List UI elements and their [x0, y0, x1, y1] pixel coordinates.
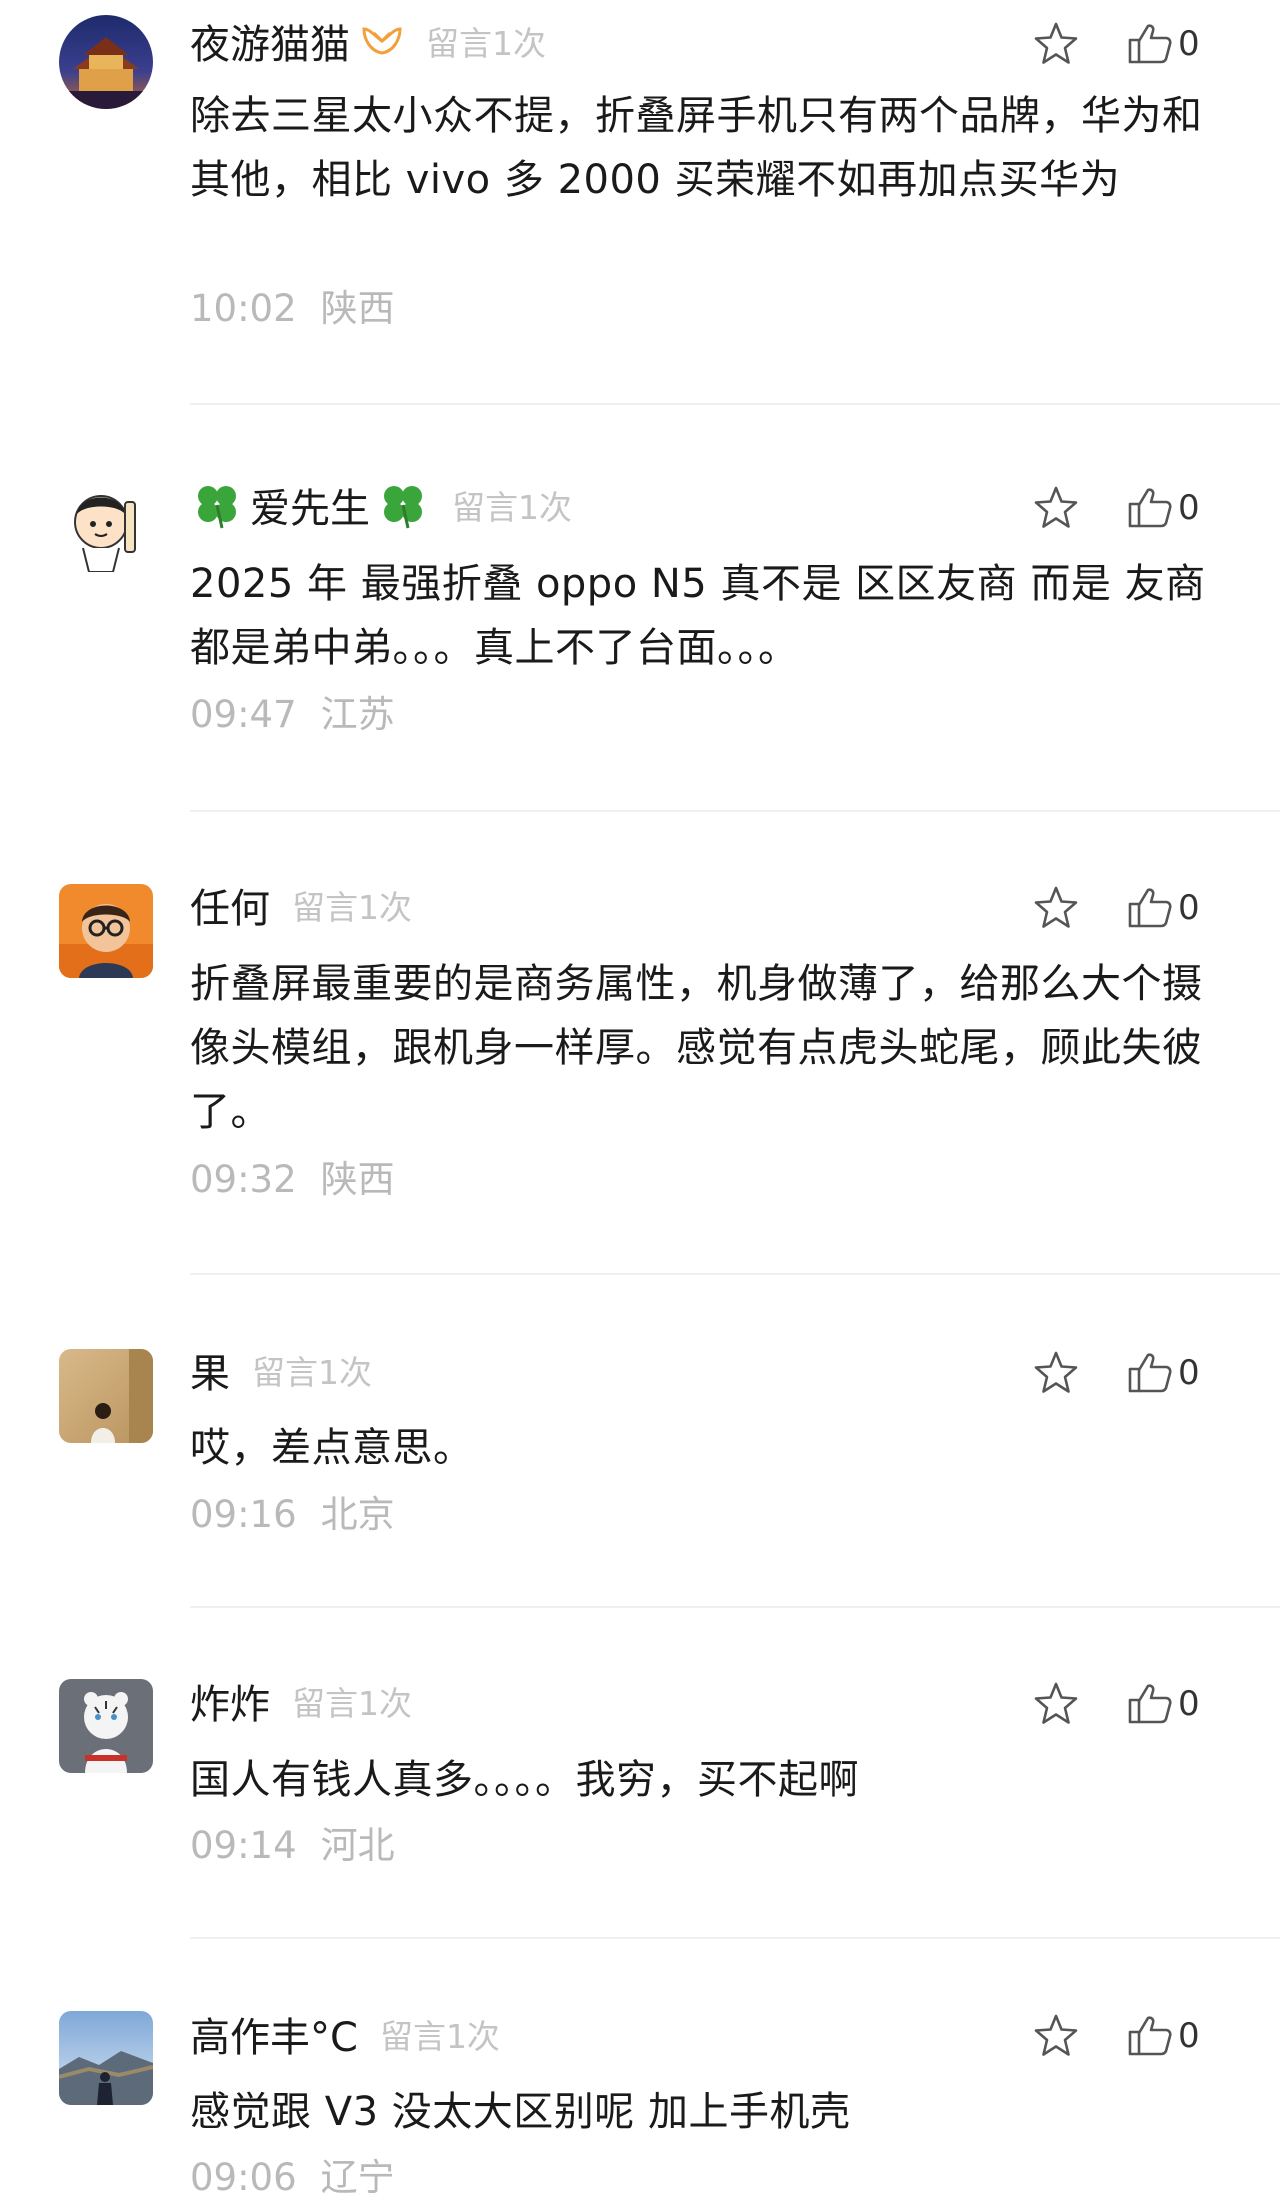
comment-location: 北京	[320, 1493, 395, 1536]
username[interactable]: 高作丰°C	[190, 2005, 358, 2063]
comment-count-tag: 留言1次	[252, 1353, 372, 1392]
comment-header: 高作丰°C 留言1次	[190, 2004, 500, 2064]
comment-meta: 09:47 江苏	[190, 684, 395, 738]
avatar[interactable]	[59, 884, 153, 978]
star-outline-icon	[1034, 486, 1078, 528]
comment-location: 陕西	[320, 1158, 395, 1201]
thumbs-up-outline-icon	[1128, 888, 1172, 928]
like-button[interactable]: 0	[1126, 20, 1200, 68]
comment-actions: 0	[1028, 1343, 1200, 1403]
comment-location: 河北	[320, 1824, 395, 1867]
comment-header: 夜游猫猫 留言1次	[190, 11, 546, 71]
divider	[190, 1273, 1280, 1275]
comment-time: 10:02	[190, 287, 297, 330]
like-button[interactable]: 0	[1126, 1680, 1200, 1728]
avatar-image-white-tiger	[59, 1679, 153, 1773]
avatar-image-person-wall	[59, 1349, 153, 1443]
avatar-image-cartoon-man	[59, 478, 153, 572]
comment-location: 江苏	[320, 693, 395, 736]
comment-location: 辽宁	[320, 2156, 395, 2199]
comment-meta: 10:02 陕西	[190, 278, 395, 332]
comment-text: 除去三星太小众不提，折叠屏手机只有两个品牌，华为和其他，相比 vivo 多 20…	[190, 93, 1203, 203]
comment-time: 09:14	[190, 1824, 297, 1867]
comment-actions: 0	[1028, 14, 1200, 74]
comment-meta: 09:06 辽宁	[190, 2147, 395, 2201]
favorite-button[interactable]	[1028, 2008, 1084, 2064]
thumbs-up-outline-icon	[1128, 1353, 1172, 1393]
avatar[interactable]	[59, 1679, 153, 1773]
star-outline-icon	[1034, 1351, 1078, 1393]
thumbs-up-outline-icon	[1128, 488, 1172, 528]
comment-meta: 09:32 陕西	[190, 1149, 395, 1203]
like-count: 0	[1178, 24, 1200, 64]
comment-count-tag: 留言1次	[452, 488, 572, 527]
comment-actions: 0	[1028, 878, 1200, 938]
like-count: 0	[1178, 888, 1200, 928]
comment-count-tag: 留言1次	[292, 1684, 412, 1723]
orange-ribbon-badge-icon	[360, 23, 404, 59]
comment-meta: 09:14 河北	[190, 1815, 395, 1869]
like-count: 0	[1178, 1353, 1200, 1393]
comment-header: 任何 留言1次	[190, 875, 412, 935]
four-leaf-clover-icon	[190, 478, 244, 532]
comment-meta: 09:16 北京	[190, 1484, 395, 1538]
like-count: 0	[1178, 488, 1200, 528]
avatar[interactable]	[59, 15, 153, 109]
star-outline-icon	[1034, 886, 1078, 928]
divider	[190, 403, 1280, 405]
star-outline-icon	[1034, 22, 1078, 64]
comment-time: 09:06	[190, 2156, 297, 2199]
comment-header: 果 留言1次	[190, 1340, 372, 1400]
thumbs-up-outline-icon	[1128, 1684, 1172, 1724]
four-leaf-clover-icon	[376, 478, 430, 532]
comment-text: 折叠屏最重要的是商务属性，机身做薄了，给那么大个摄像头模组，跟机身一样厚。感觉有…	[190, 961, 1203, 1135]
divider	[190, 1937, 1280, 1939]
comment-location: 陕西	[320, 287, 395, 330]
favorite-button[interactable]	[1028, 480, 1084, 536]
like-button[interactable]: 0	[1126, 884, 1200, 932]
avatar-image-glasses-man	[59, 884, 153, 978]
thumbs-up-outline-icon	[1128, 24, 1172, 64]
like-count: 0	[1178, 2016, 1200, 2056]
avatar[interactable]	[59, 1349, 153, 1443]
divider	[190, 810, 1280, 812]
favorite-button[interactable]	[1028, 880, 1084, 936]
favorite-button[interactable]	[1028, 1345, 1084, 1401]
username[interactable]: 夜游猫猫	[190, 12, 350, 70]
like-button[interactable]: 0	[1126, 484, 1200, 532]
avatar[interactable]	[59, 478, 153, 572]
username[interactable]: 任何	[190, 876, 270, 934]
divider	[190, 1606, 1280, 1608]
like-button[interactable]: 0	[1126, 2012, 1200, 2060]
favorite-button[interactable]	[1028, 16, 1084, 72]
comment-time: 09:47	[190, 693, 297, 736]
favorite-button[interactable]	[1028, 1676, 1084, 1732]
username[interactable]: 爱先生	[250, 476, 370, 534]
avatar-image-great-wall	[59, 2011, 153, 2105]
comment-header: 炸炸 留言1次	[190, 1671, 412, 1731]
username[interactable]: 果	[190, 1341, 230, 1399]
avatar-image-night-tower	[59, 15, 153, 109]
comment-header: 爱先生 留言1次	[190, 475, 572, 535]
like-button[interactable]: 0	[1126, 1349, 1200, 1397]
star-outline-icon	[1034, 2014, 1078, 2056]
comment-count-tag: 留言1次	[426, 24, 546, 63]
comment-time: 09:16	[190, 1493, 297, 1536]
avatar[interactable]	[59, 2011, 153, 2105]
comment-text: 国人有钱人真多。。。。我穷，买不起啊	[190, 1757, 859, 1803]
thumbs-up-outline-icon	[1128, 2016, 1172, 2056]
comment-actions: 0	[1028, 478, 1200, 538]
comment-text: 2025 年 最强折叠 oppo N5 真不是 区区友商 而是 友商都是弟中弟。…	[190, 561, 1206, 671]
comment-count-tag: 留言1次	[379, 2017, 500, 2056]
star-outline-icon	[1034, 1682, 1078, 1724]
comment-text: 哎，差点意思。	[190, 1425, 474, 1471]
comment-count-tag: 留言1次	[292, 888, 412, 927]
comment-time: 09:32	[190, 1158, 297, 1201]
username[interactable]: 炸炸	[190, 1672, 270, 1730]
like-count: 0	[1178, 1684, 1200, 1724]
comment-actions: 0	[1028, 1674, 1200, 1734]
comment-actions: 0	[1028, 2006, 1200, 2066]
comment-text: 感觉跟 V3 没太大区别呢 加上手机壳	[190, 2089, 851, 2135]
